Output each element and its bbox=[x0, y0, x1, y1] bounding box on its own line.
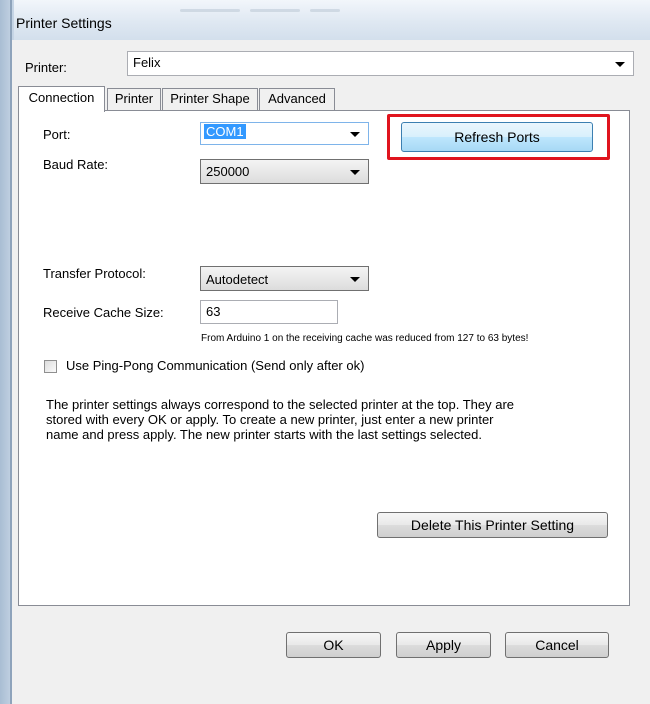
apply-label: Apply bbox=[425, 637, 462, 653]
pingpong-checkbox[interactable] bbox=[44, 360, 57, 373]
info-text: The printer settings always correspond t… bbox=[46, 397, 515, 442]
printer-combobox[interactable]: Felix bbox=[127, 51, 634, 76]
baud-rate-value: 250000 bbox=[206, 164, 250, 179]
tab-advanced-label: Advanced bbox=[268, 91, 326, 106]
port-combobox[interactable]: COM1 bbox=[200, 122, 369, 145]
cache-note: From Arduino 1 on the receiving cache wa… bbox=[201, 333, 529, 344]
baud-rate-combobox[interactable]: 250000 bbox=[200, 159, 369, 184]
chevron-down-icon[interactable] bbox=[350, 170, 360, 175]
transfer-protocol-label: Transfer Protocol: bbox=[43, 266, 146, 281]
tab-connection-label: Connection bbox=[28, 90, 95, 105]
refresh-ports-button[interactable]: Refresh Ports bbox=[401, 122, 593, 152]
title-bar-blur bbox=[250, 9, 300, 12]
printer-label: Printer: bbox=[25, 60, 67, 75]
tab-printer-label: Printer bbox=[114, 91, 154, 106]
ok-button[interactable]: OK bbox=[286, 632, 381, 658]
transfer-protocol-value: Autodetect bbox=[206, 272, 269, 287]
refresh-ports-label: Refresh Ports bbox=[454, 129, 540, 145]
tab-connection[interactable]: Connection bbox=[18, 86, 105, 112]
receive-cache-value: 63 bbox=[206, 304, 221, 319]
cancel-label: Cancel bbox=[535, 637, 579, 653]
title-bar-blur bbox=[180, 9, 240, 12]
baud-rate-label: Baud Rate: bbox=[43, 157, 109, 172]
receive-cache-label: Receive Cache Size: bbox=[43, 305, 164, 320]
tab-printer[interactable]: Printer bbox=[107, 88, 161, 110]
window-title: Printer Settings bbox=[16, 15, 112, 31]
chevron-down-icon[interactable] bbox=[615, 62, 625, 67]
transfer-protocol-combobox[interactable]: Autodetect bbox=[200, 266, 369, 291]
ok-label: OK bbox=[323, 637, 344, 653]
port-value: COM1 bbox=[204, 124, 246, 139]
chevron-down-icon[interactable] bbox=[350, 132, 360, 137]
tab-printer-shape[interactable]: Printer Shape bbox=[162, 88, 258, 110]
chevron-down-icon[interactable] bbox=[350, 277, 360, 282]
cancel-button[interactable]: Cancel bbox=[505, 632, 609, 658]
title-bar: Printer Settings bbox=[0, 0, 650, 40]
tab-printer-shape-label: Printer Shape bbox=[170, 91, 250, 106]
receive-cache-input[interactable]: 63 bbox=[200, 300, 338, 324]
delete-printer-button[interactable]: Delete This Printer Setting bbox=[377, 512, 608, 538]
port-label: Port: bbox=[43, 127, 71, 142]
printer-value: Felix bbox=[133, 55, 161, 70]
apply-button[interactable]: Apply bbox=[396, 632, 491, 658]
delete-printer-label: Delete This Printer Setting bbox=[410, 517, 575, 533]
window-border bbox=[10, 0, 12, 704]
pingpong-label: Use Ping-Pong Communication (Send only a… bbox=[66, 358, 365, 373]
title-bar-blur bbox=[310, 9, 340, 12]
tab-advanced[interactable]: Advanced bbox=[259, 88, 335, 110]
